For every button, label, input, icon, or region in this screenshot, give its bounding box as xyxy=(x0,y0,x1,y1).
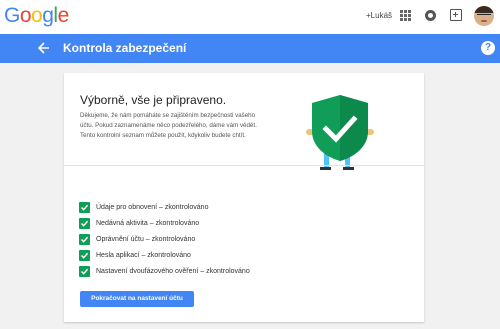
checklist-label: Nastavení dvoufázového ověření – zkontro… xyxy=(96,268,250,275)
checkmark-icon xyxy=(79,250,90,261)
list-item: Nedávná aktivita – zkontrolováno xyxy=(79,217,379,233)
checkmark-icon xyxy=(79,202,90,213)
list-item: Oprávnění účtu – zkontrolováno xyxy=(79,233,379,249)
apps-icon[interactable] xyxy=(400,10,411,21)
security-checkup-card: Výborně, vše je připraveno. Děkujeme, že… xyxy=(64,73,424,322)
card-description: Děkujeme, že nám pomáháte se zajištěním … xyxy=(80,112,257,139)
google-logo[interactable]: Google xyxy=(4,4,69,28)
page-header-bar: Kontrola zabezpečení ? xyxy=(0,34,500,63)
checklist: Údaje pro obnovení – zkontrolováno Nedáv… xyxy=(79,201,379,281)
help-icon[interactable]: ? xyxy=(481,41,495,55)
list-item: Údaje pro obnovení – zkontrolováno xyxy=(79,201,379,217)
checkmark-icon xyxy=(79,234,90,245)
logo-letter: G xyxy=(4,4,20,27)
logo-letter: o xyxy=(19,4,32,27)
back-arrow-icon[interactable] xyxy=(37,39,52,57)
checklist-label: Hesla aplikací – zkontrolováno xyxy=(96,252,191,259)
checklist-label: Nedávná aktivita – zkontrolováno xyxy=(96,220,200,227)
checkmark-icon xyxy=(79,218,90,229)
avatar[interactable] xyxy=(474,6,494,26)
logo-letter: g xyxy=(42,4,54,27)
card-headline: Výborně, vše je připraveno. xyxy=(80,93,227,107)
logo-letter: e xyxy=(57,4,70,27)
checkmark-icon xyxy=(79,266,90,277)
checklist-label: Údaje pro obnovení – zkontrolováno xyxy=(96,204,209,211)
list-item: Nastavení dvoufázového ověření – zkontro… xyxy=(79,265,379,281)
page-title: Kontrola zabezpečení xyxy=(63,41,187,55)
list-item: Hesla aplikací – zkontrolováno xyxy=(79,249,379,265)
notifications-icon[interactable] xyxy=(425,10,436,21)
share-icon[interactable] xyxy=(450,9,462,21)
checklist-label: Oprávnění účtu – zkontrolováno xyxy=(96,236,196,243)
top-bar: Google +Lukáš xyxy=(0,0,500,34)
continue-to-account-settings-button[interactable]: Pokračovat na nastavení účtu xyxy=(80,291,194,307)
user-profile-link[interactable]: +Lukáš xyxy=(366,10,392,22)
card-divider xyxy=(64,165,424,166)
logo-letter: o xyxy=(31,4,43,27)
